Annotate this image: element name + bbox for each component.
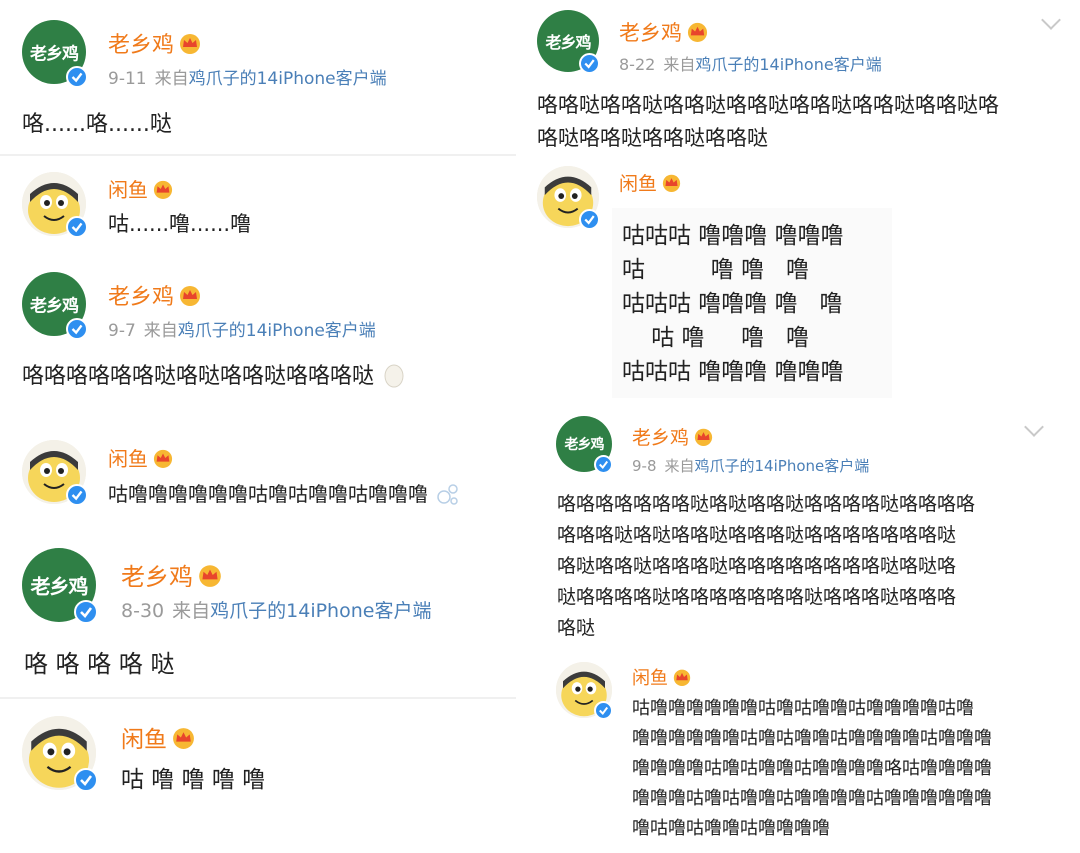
avatar[interactable]: 老乡鸡: [556, 416, 613, 474]
username[interactable]: 老乡鸡: [619, 17, 709, 47]
username[interactable]: 老乡鸡: [121, 557, 223, 592]
post-content-line: 噜噜噜噜咕噜咕噜噜咕噜噜噜噜咯咕噜噜噜噜: [632, 758, 992, 779]
from-label: 来自: [143, 321, 178, 341]
divider: [0, 697, 516, 699]
post-content: 咕......噜......噜: [108, 212, 252, 236]
username[interactable]: 闲鱼: [121, 720, 196, 754]
username[interactable]: 老乡鸡: [108, 27, 202, 59]
username[interactable]: 闲鱼: [619, 169, 682, 196]
verified-icon: [66, 66, 88, 88]
verified-icon: [579, 209, 600, 230]
source-link[interactable]: 鸡爪子的14iPhone客户端: [189, 69, 387, 89]
post-meta: 8-30 来自鸡爪子的14iPhone客户端: [121, 596, 431, 623]
crown-icon: [173, 728, 194, 749]
username[interactable]: 老乡鸡: [108, 279, 202, 311]
from-label: 来自: [664, 457, 695, 475]
username[interactable]: 闲鱼: [108, 443, 174, 472]
source-link[interactable]: 鸡爪子的14iPhone客户端: [695, 457, 870, 475]
verified-icon: [66, 216, 88, 238]
crown-icon: [673, 669, 691, 686]
post-content-line: 噜噜噜咕噜咕噜噜咕噜噜噜噜咕噜噜噜噜噜噜: [632, 788, 992, 809]
post-content-line: 咯咯咯咯咯咯咯哒咯哒咯咯哒咯咯咯咯哒咯咯咯咯: [557, 493, 976, 515]
grid-row: 咕 噜 噜 噜: [622, 325, 810, 351]
crown-icon: [153, 180, 173, 199]
post-content-line: 咯哒: [557, 617, 596, 639]
avatar[interactable]: [22, 172, 88, 238]
crown-icon: [694, 428, 713, 446]
avatar-logo-text: 老乡鸡: [30, 296, 79, 317]
verified-icon: [74, 768, 98, 792]
avatar[interactable]: [22, 716, 98, 792]
post-meta: 9-7 来自鸡爪子的14iPhone客户端: [108, 316, 376, 341]
avatar-logo-text: 老乡鸡: [564, 437, 605, 453]
crown-icon: [662, 174, 681, 192]
post-content-line: 咯哒咯咯哒咯咯哒咯咯哒: [537, 126, 768, 150]
crown-icon: [687, 22, 708, 42]
grid-row: 咕咕咕 噜噜噜 噜噜噜: [622, 359, 844, 385]
post-content-line: 咯哒咯咯哒咯咯咯哒咯咯咯咯咯咯咯咯哒咯哒咯: [557, 555, 957, 577]
avatar[interactable]: 老乡鸡: [22, 548, 98, 624]
post-content: 咕噜噜噜噜噜噜咕噜咕噜噜咕噜噜噜: [108, 478, 460, 507]
post-content: 咯咯咯咯咯咯哒咯哒咯咯哒咯咯咯哒: [22, 358, 405, 390]
egg-icon: [384, 364, 404, 388]
verified-icon: [594, 701, 613, 720]
from-label: 来自: [154, 69, 189, 89]
from-label: 来自: [663, 55, 696, 74]
post-content-line: 咯咯哒咯咯哒咯咯哒咯咯哒咯咯哒咯咯哒咯咯哒咯: [537, 93, 999, 117]
post-content-line: 哒咯咯咯咯哒咯咯咯咯咯咯咯哒咯咯咯哒咯咯咯: [557, 586, 957, 608]
post-content-line: 咕噜噜噜噜噜噜咕噜咕噜噜咕噜噜噜噜咕噜: [632, 698, 974, 719]
grid-row: 咕 噜 噜 噜: [622, 257, 810, 283]
post-content-line: 噜噜噜噜噜噜咕噜咕噜噜咕噜噜噜噜咕噜噜噜: [632, 728, 992, 749]
crown-icon: [180, 286, 201, 306]
post-meta: 9-8 来自鸡爪子的14iPhone客户端: [632, 455, 869, 476]
verified-icon: [594, 455, 613, 474]
avatar-logo-text: 老乡鸡: [30, 44, 79, 65]
post-meta: 9-11 来自鸡爪子的14iPhone客户端: [108, 64, 387, 89]
source-link[interactable]: 鸡爪子的14iPhone客户端: [178, 321, 376, 341]
avatar-logo-text: 老乡鸡: [30, 574, 89, 599]
avatar[interactable]: [537, 166, 600, 230]
source-link[interactable]: 鸡爪子的14iPhone客户端: [210, 600, 431, 622]
bubbles-icon: [437, 484, 459, 505]
username[interactable]: 闲鱼: [632, 664, 692, 690]
source-link[interactable]: 鸡爪子的14iPhone客户端: [695, 55, 881, 74]
avatar[interactable]: [22, 440, 88, 506]
post-date: 8-30: [121, 600, 165, 622]
post-content: 咯 咯 咯 咯 哒: [24, 650, 175, 678]
verified-icon: [66, 318, 88, 340]
post-date: 8-22: [619, 55, 656, 74]
avatar[interactable]: 老乡鸡: [537, 10, 600, 74]
verified-icon: [74, 600, 98, 624]
post-date: 9-11: [108, 69, 147, 89]
post-meta: 8-22 来自鸡爪子的14iPhone客户端: [619, 51, 882, 75]
username[interactable]: 闲鱼: [108, 174, 174, 203]
from-label: 来自: [172, 600, 211, 622]
post-content: 咕 噜 噜 噜 噜: [121, 767, 266, 793]
chevron-down-icon[interactable]: [1041, 10, 1061, 30]
avatar[interactable]: 老乡鸡: [22, 20, 88, 88]
post-content-line: 噜咕噜咕噜噜咕噜噜噜噜: [632, 818, 830, 839]
chevron-down-icon[interactable]: [1024, 417, 1044, 437]
avatar[interactable]: 老乡鸡: [22, 272, 88, 340]
post-content-line: 咯咯咯哒咯哒咯咯哒咯咯咯哒咯咯咯咯咯咯咯哒: [557, 524, 957, 546]
avatar-logo-text: 老乡鸡: [545, 33, 591, 52]
verified-icon: [579, 53, 600, 74]
crown-icon: [199, 565, 221, 587]
grid-row: 咕咕咕 噜噜噜 噜 噜: [622, 291, 843, 317]
post-content: 咯......咯......哒: [22, 112, 172, 137]
username[interactable]: 老乡鸡: [632, 423, 714, 450]
post-date: 9-7: [108, 321, 136, 341]
divider: [0, 154, 516, 156]
verified-icon: [66, 484, 88, 506]
crown-icon: [153, 449, 173, 468]
post-date: 9-8: [632, 457, 657, 475]
grid-row: 咕咕咕 噜噜噜 噜噜噜: [622, 223, 844, 249]
text-art-grid: 咕咕咕 噜噜噜 噜噜噜 咕 噜 噜 噜 咕咕咕 噜噜噜 噜 噜 咕 噜 噜 噜 …: [612, 208, 892, 398]
avatar[interactable]: [556, 662, 613, 720]
crown-icon: [180, 34, 201, 54]
